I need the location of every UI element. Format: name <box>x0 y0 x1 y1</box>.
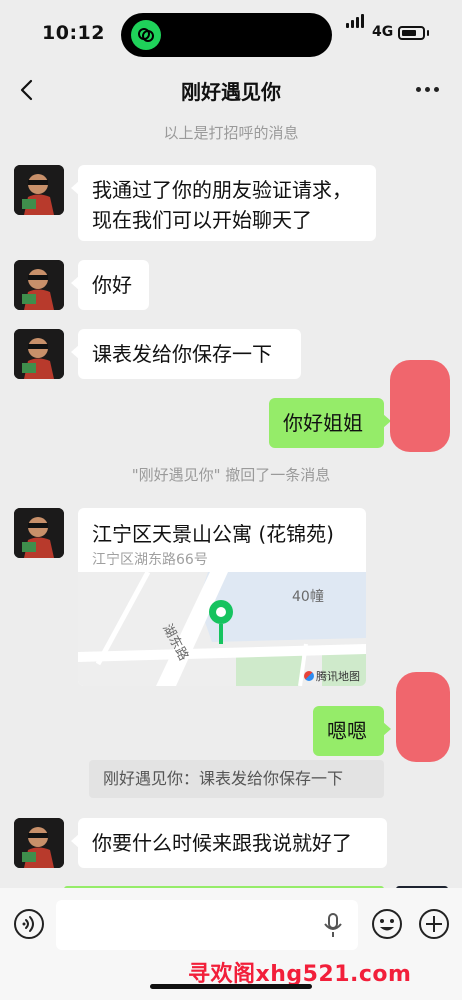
microphone-icon[interactable] <box>322 912 344 938</box>
status-bar: 10:12 4G <box>0 0 462 64</box>
network-type: 4G <box>372 24 394 40</box>
chat-title: 刚好遇见你 <box>181 80 281 104</box>
home-indicator[interactable] <box>150 984 312 989</box>
contact-avatar[interactable] <box>14 260 64 310</box>
message-text: 你要什么时候来跟我说就好了 <box>92 831 352 855</box>
message-text: 嗯嗯 <box>327 719 367 743</box>
quoted-reply[interactable]: 刚好遇见你：课表发给你保存一下 <box>89 760 384 798</box>
message-bubble-outgoing[interactable]: 你好姐姐 <box>269 398 391 448</box>
chat-header: 刚好遇见你 <box>0 64 462 114</box>
tencent-map-icon <box>304 671 314 681</box>
battery-cap <box>427 30 429 36</box>
message-text-input[interactable] <box>56 900 358 950</box>
location-message-card[interactable]: 江宁区天景山公寓 (花锦苑) 江宁区湖东路66号 40幢 湖东路 腾讯地图 <box>78 508 366 686</box>
contact-avatar[interactable] <box>14 329 64 379</box>
plus-icon[interactable] <box>418 908 450 940</box>
more-options-icon[interactable] <box>410 78 446 100</box>
message-text: 课表发给你保存一下 <box>92 342 272 366</box>
status-time: 10:12 <box>42 22 105 44</box>
wechat-link-icon <box>131 20 161 50</box>
redacted-avatar-scribble <box>390 360 450 452</box>
contact-avatar[interactable] <box>14 165 64 215</box>
battery-icon <box>398 26 425 40</box>
contact-avatar[interactable] <box>14 818 64 868</box>
message-bubble-incoming[interactable]: 课表发给你保存一下 <box>71 329 301 379</box>
message-bubble-outgoing[interactable]: 嗯嗯 <box>313 706 391 756</box>
location-map-preview[interactable]: 40幢 湖东路 腾讯地图 <box>78 570 366 686</box>
map-building-label: 40幢 <box>292 589 324 605</box>
message-input-bar: 寻欢阁xhg521.com <box>0 888 462 1000</box>
map-provider-label: 腾讯地图 <box>316 670 360 683</box>
location-title: 江宁区天景山公寓 (花锦苑) <box>92 522 334 546</box>
contact-avatar[interactable] <box>14 508 64 558</box>
message-bubble-incoming[interactable]: 你要什么时候来跟我说就好了 <box>71 818 387 868</box>
map-provider-logo: 腾讯地图 <box>304 668 360 684</box>
voice-input-icon[interactable] <box>13 908 45 940</box>
system-message-greeting: 以上是打招呼的消息 <box>163 124 299 142</box>
message-bubble-incoming[interactable]: 你好 <box>71 260 149 310</box>
redacted-avatar-scribble <box>396 672 450 762</box>
message-text: 你好姐姐 <box>283 411 363 435</box>
message-text: 你好 <box>92 273 132 297</box>
dynamic-island <box>121 13 332 57</box>
location-address: 江宁区湖东路66号 <box>92 552 208 568</box>
system-message-recall: "刚好遇见你" 撤回了一条消息 <box>131 466 331 484</box>
message-text: 我通过了你的朋友验证请求，现在我们可以开始聊天了 <box>92 178 352 232</box>
emoji-icon[interactable] <box>371 908 403 940</box>
message-bubble-incoming[interactable]: 我通过了你的朋友验证请求，现在我们可以开始聊天了 <box>71 165 376 241</box>
